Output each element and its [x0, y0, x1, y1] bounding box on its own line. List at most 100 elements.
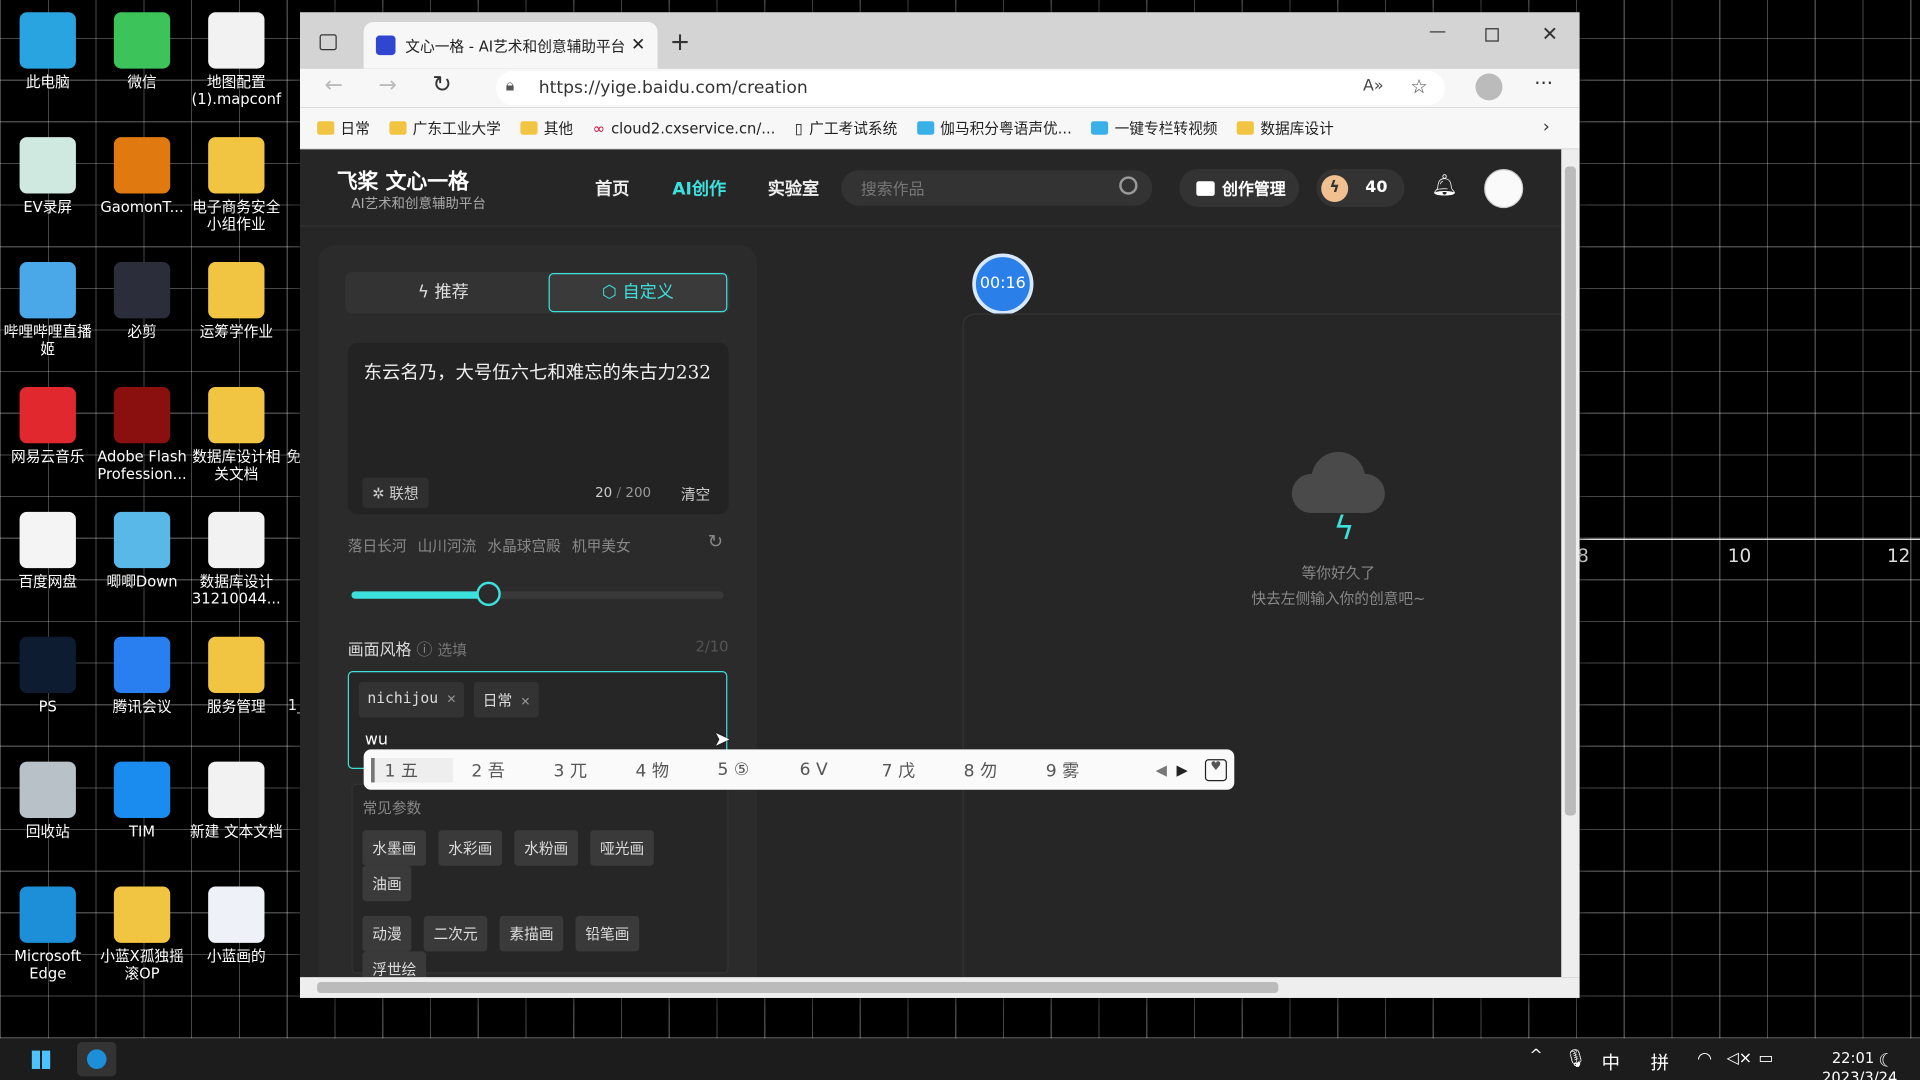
desktop-icon[interactable]: 地图配置(1).mapconf: [189, 12, 285, 108]
scrollbar-thumb[interactable]: [1564, 166, 1576, 816]
wifi-icon[interactable]: ◠: [1697, 1049, 1712, 1069]
bookmark-item[interactable]: 其他: [520, 118, 573, 139]
desktop-icon[interactable]: 服务管理: [189, 636, 285, 715]
desktop-icon[interactable]: 小蓝X孤独摇滚OP: [94, 886, 190, 983]
ime-candidate[interactable]: 7 戊: [863, 757, 945, 781]
mute-icon[interactable]: ◁×: [1727, 1049, 1753, 1067]
creation-manage-button[interactable]: 创作管理: [1179, 168, 1300, 207]
suggestion-item[interactable]: 水晶球宫殿: [487, 538, 560, 555]
ime-pinyin[interactable]: 拼: [1651, 1049, 1669, 1075]
desktop-icon[interactable]: 哔哩哔哩直播姬: [0, 262, 96, 358]
desktop-icon[interactable]: GaomonT...: [94, 137, 190, 216]
ime-candidate[interactable]: 6 Ⅴ: [781, 760, 863, 780]
url-input[interactable]: 🔒︎ https://yige.baidu.com/creation A» ☆: [495, 71, 1445, 106]
clock-time[interactable]: 22:01: [1832, 1049, 1874, 1066]
ime-candidate[interactable]: 3 兀: [535, 757, 617, 781]
new-tab-icon[interactable]: +: [670, 27, 691, 56]
desktop-icon[interactable]: 电子商务安全小组作业: [189, 137, 285, 233]
desktop-icon[interactable]: 回收站: [0, 761, 96, 840]
back-icon[interactable]: ←: [324, 72, 342, 98]
prompt-textarea[interactable]: 东云名乃，大号伍六七和难忘的朱古力232 ✲ 联想 20 / 200 清空: [347, 342, 729, 515]
close-tab-icon[interactable]: ✕: [631, 36, 645, 56]
bookmark-item[interactable]: ▯ 广工考试系统: [795, 118, 897, 139]
desktop-icon[interactable]: 运筹学作业: [189, 262, 285, 340]
param-chip[interactable]: 素描画: [499, 915, 564, 952]
ime-candidate[interactable]: 9 雾: [1027, 757, 1109, 781]
nav-ai-create[interactable]: AI创作: [672, 176, 726, 200]
param-chip[interactable]: 水粉画: [514, 830, 579, 866]
close-window-icon[interactable]: ✕: [1542, 22, 1558, 45]
remove-tag-icon[interactable]: ✕: [521, 692, 530, 709]
tab-custom[interactable]: ⬡ 自定义: [548, 273, 728, 313]
favorites-icon[interactable]: ☆: [1410, 75, 1428, 98]
ime-prev-icon[interactable]: ◀: [1156, 761, 1167, 778]
ime-mode[interactable]: 中: [1602, 1049, 1620, 1075]
desktop-icon[interactable]: 必剪: [94, 262, 190, 340]
desktop-icon[interactable]: TIM: [94, 761, 190, 840]
param-chip[interactable]: 哑光画: [590, 830, 654, 866]
desktop-icon[interactable]: 腾讯会议: [94, 636, 190, 715]
desktop-icon[interactable]: 百度网盘: [0, 511, 96, 590]
focus-moon-icon[interactable]: ☾: [1878, 1049, 1894, 1071]
bookmark-item[interactable]: 一键专栏转视频: [1091, 118, 1217, 139]
param-chip[interactable]: 动漫: [362, 915, 412, 952]
minimize-icon[interactable]: —: [1429, 22, 1446, 42]
energy-counter[interactable]: ϟ 40: [1316, 168, 1405, 207]
param-chip[interactable]: 水彩画: [438, 830, 503, 866]
ime-candidate[interactable]: 2 吾: [453, 757, 535, 781]
param-chip[interactable]: 铅笔画: [575, 915, 640, 952]
maximize-icon[interactable]: [1485, 28, 1499, 42]
param-chip[interactable]: 油画: [362, 865, 412, 902]
search-icon[interactable]: [1119, 176, 1138, 195]
vertical-scrollbar[interactable]: [1561, 149, 1580, 978]
desktop-icon[interactable]: Adobe Flash Profession...: [94, 386, 190, 482]
associate-button[interactable]: ✲ 联想: [362, 477, 429, 509]
nav-home[interactable]: 首页: [595, 176, 629, 200]
mic-icon[interactable]: 🎙︎: [1565, 1049, 1587, 1069]
desktop-icon[interactable]: EV录屏: [0, 137, 96, 216]
bookmark-item[interactable]: 伽马积分粤语声优...: [916, 118, 1072, 139]
battery-icon[interactable]: ▭: [1758, 1049, 1773, 1067]
site-logo[interactable]: 飞桨 文心一格: [337, 164, 469, 194]
desktop-icon[interactable]: 新建 文本文档: [189, 761, 285, 840]
param-chip[interactable]: 水墨画: [362, 830, 427, 866]
ime-candidate[interactable]: 8 勿: [945, 757, 1027, 781]
more-menu-icon[interactable]: ···: [1534, 71, 1553, 94]
browser-tab[interactable]: 文心一格 - AI艺术和创意辅助平台 ✕: [363, 22, 658, 69]
search-input[interactable]: 搜索作品: [841, 170, 1153, 206]
bookmark-item[interactable]: 数据库设计: [1237, 118, 1334, 139]
slider-track[interactable]: [351, 581, 724, 607]
nav-lab[interactable]: 实验室: [768, 176, 819, 200]
refresh-icon[interactable]: ↻: [432, 71, 451, 98]
desktop-icon[interactable]: 微信: [94, 12, 190, 91]
remove-tag-icon[interactable]: ✕: [447, 689, 456, 706]
avatar[interactable]: [1484, 168, 1524, 209]
suggestion-item[interactable]: 落日长河: [348, 538, 407, 555]
desktop-icon[interactable]: 此电脑: [0, 12, 96, 91]
desktop-icon[interactable]: Microsoft Edge: [0, 886, 96, 983]
bell-icon[interactable]: 🔔︎: [1431, 174, 1457, 198]
ime-candidate[interactable]: 4 物: [617, 757, 699, 781]
desktop-icon[interactable]: 数据库设计31210044...: [189, 511, 285, 607]
suggestion-item[interactable]: 山川河流: [418, 538, 477, 555]
ime-candidate[interactable]: 5 ⑤: [699, 760, 781, 780]
bookmarks-more-icon[interactable]: ›: [1543, 118, 1550, 138]
tab-recommend[interactable]: ϟ 推荐: [345, 272, 541, 314]
desktop-icon[interactable]: 小蓝画的: [189, 886, 285, 965]
tray-expand-icon[interactable]: ^: [1529, 1047, 1542, 1065]
desktop-icon[interactable]: 网易云音乐: [0, 386, 96, 465]
param-chip[interactable]: 浮世绘: [362, 951, 427, 978]
clear-button[interactable]: 清空: [681, 484, 710, 505]
taskbar-edge[interactable]: [77, 1042, 117, 1077]
bookmark-item[interactable]: ∞ cloud2.cxservice.cn/...: [593, 119, 776, 136]
start-icon[interactable]: [31, 1050, 51, 1069]
read-aloud-icon[interactable]: A»: [1363, 77, 1384, 95]
desktop-icon[interactable]: PS: [0, 636, 96, 715]
profile-icon[interactable]: [1475, 73, 1503, 101]
ime-favorite-icon[interactable]: ♥: [1204, 758, 1227, 781]
scrollbar-thumb[interactable]: [317, 982, 1279, 994]
bookmark-item[interactable]: 日常: [317, 118, 370, 139]
tab-actions-icon[interactable]: [319, 34, 337, 51]
bookmark-item[interactable]: 广东工业大学: [389, 118, 501, 139]
param-chip[interactable]: 二次元: [423, 915, 488, 952]
